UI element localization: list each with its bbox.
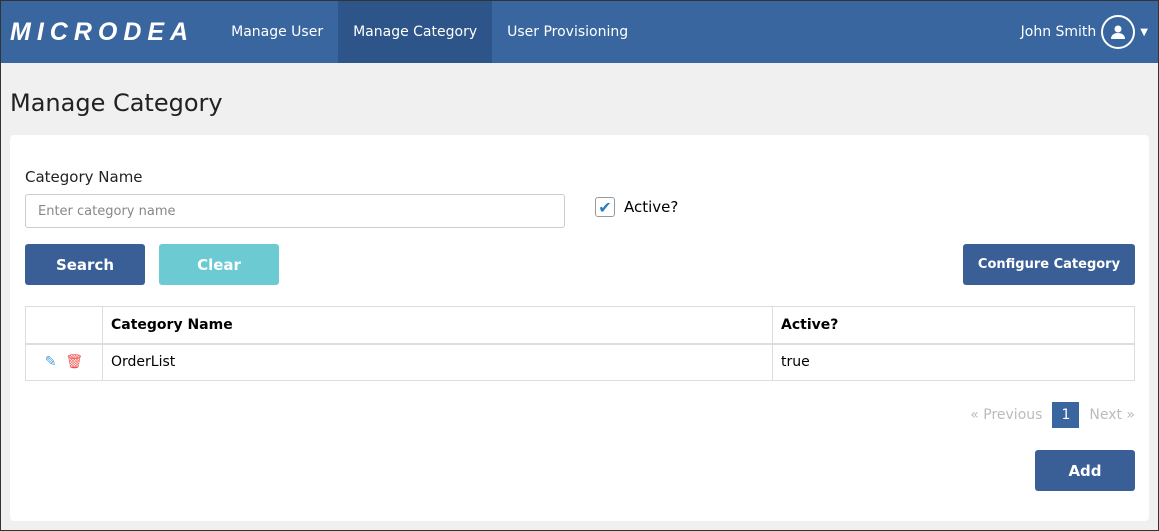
pagination: « Previous 1 Next » <box>970 402 1135 428</box>
page-title: Manage Category <box>10 89 223 117</box>
nav-manage-category[interactable]: Manage Category <box>338 1 493 63</box>
caret-down-icon: ▼ <box>1140 26 1148 38</box>
add-button[interactable]: Add <box>1035 450 1135 491</box>
header-active: Active? <box>772 306 1135 345</box>
table-header: Category Name Active? <box>25 306 1135 345</box>
configure-category-button[interactable]: Configure Category <box>963 244 1135 285</box>
cell-category-name: OrderList <box>102 343 773 381</box>
user-avatar-icon <box>1101 15 1136 49</box>
user-name: John Smith <box>1020 24 1097 40</box>
clear-button[interactable]: Clear <box>159 244 279 285</box>
active-label: Active? <box>624 198 679 216</box>
category-table: Category Name Active? ✎ 🗑 OrderList true <box>25 306 1135 381</box>
pagination-page-1[interactable]: 1 <box>1052 402 1080 428</box>
logo: MICRODEA <box>10 17 195 46</box>
top-nav: MICRODEA Manage User Manage Category Use… <box>1 1 1158 63</box>
user-menu[interactable]: John Smith ▼ <box>1021 1 1158 63</box>
header-actions <box>25 306 103 345</box>
pagination-next[interactable]: Next » <box>1089 407 1135 423</box>
nav-user-provisioning[interactable]: User Provisioning <box>492 1 643 63</box>
edit-pencil-icon[interactable]: ✎ <box>45 354 57 370</box>
pagination-previous[interactable]: « Previous <box>970 407 1042 423</box>
category-name-label: Category Name <box>25 168 143 186</box>
active-checkbox[interactable]: ✔ Active? <box>595 197 678 217</box>
table-row: ✎ 🗑 OrderList true <box>25 343 1135 381</box>
category-name-input[interactable] <box>25 194 565 228</box>
delete-trash-icon[interactable]: 🗑 <box>65 354 83 370</box>
header-category-name: Category Name <box>102 306 773 345</box>
search-button[interactable]: Search <box>25 244 145 285</box>
nav-manage-user[interactable]: Manage User <box>216 1 338 63</box>
category-card: Category Name ✔ Active? Search Clear Con… <box>10 135 1149 521</box>
cell-active: true <box>772 343 1135 381</box>
checkmark-icon[interactable]: ✔ <box>595 197 615 217</box>
